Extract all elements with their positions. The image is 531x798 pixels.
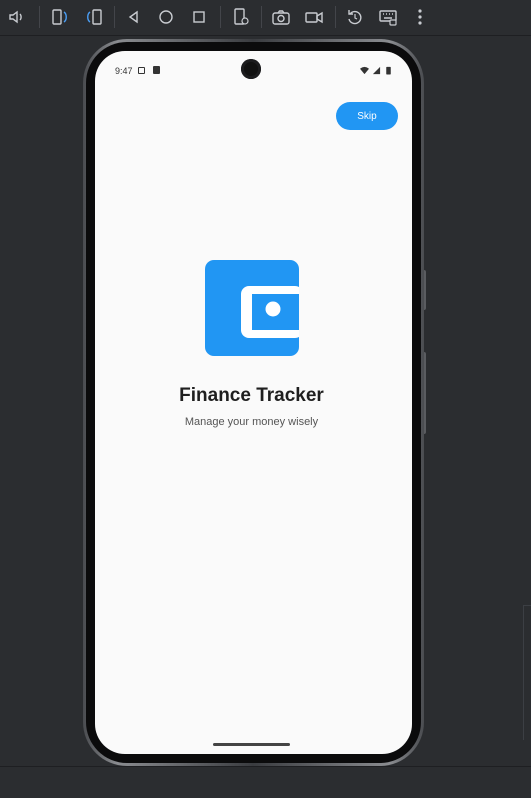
device-settings-icon[interactable] <box>229 5 253 29</box>
rotate-right-icon[interactable] <box>82 5 106 29</box>
reset-icon[interactable] <box>343 5 367 29</box>
overview-icon[interactable] <box>187 5 211 29</box>
sd-card-icon <box>153 66 160 74</box>
emulator-bottom-bar <box>0 766 531 798</box>
phone-frame: 9:47 Skip Finance Tracker Manage your mo… <box>83 39 424 766</box>
emulator-toolbar <box>0 0 531 36</box>
rotate-left-icon[interactable] <box>48 5 72 29</box>
volume-icon[interactable] <box>5 5 29 29</box>
app-subtitle: Manage your money wisely <box>184 416 319 428</box>
wifi-icon <box>360 66 369 75</box>
keyboard-icon[interactable] <box>376 5 400 29</box>
wallet-icon <box>205 260 299 356</box>
battery-icon <box>386 66 391 75</box>
video-icon[interactable] <box>302 5 326 29</box>
panel-edge <box>523 605 531 740</box>
device-screen: 9:47 Skip Finance Tracker Manage your mo… <box>95 51 412 754</box>
back-icon[interactable] <box>122 5 146 29</box>
front-camera <box>241 59 261 79</box>
app-title: Finance Tracker <box>179 385 324 406</box>
status-icons <box>360 66 393 75</box>
status-time: 9:47 <box>115 66 133 76</box>
home-icon[interactable] <box>154 5 178 29</box>
home-indicator[interactable] <box>213 743 290 746</box>
signal-icon <box>372 66 381 75</box>
skip-button[interactable]: Skip <box>336 102 398 130</box>
camera-icon[interactable] <box>269 5 293 29</box>
more-icon[interactable] <box>408 5 432 29</box>
notification-icon <box>138 67 145 74</box>
